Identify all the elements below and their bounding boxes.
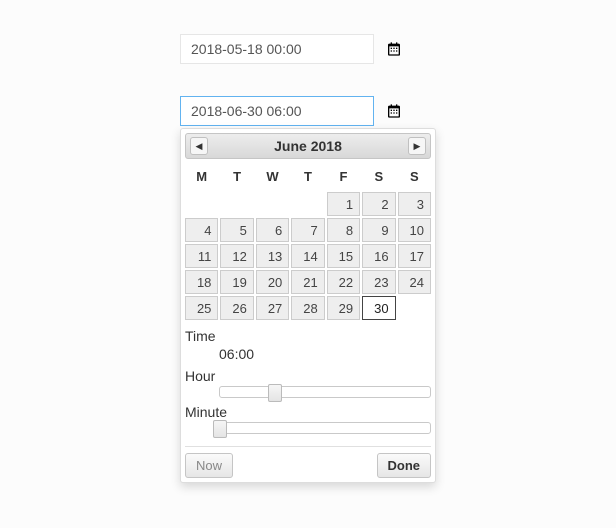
minute-slider[interactable] bbox=[219, 422, 431, 434]
calendar-day[interactable]: 7 bbox=[291, 218, 324, 242]
calendar-day[interactable]: 2 bbox=[362, 192, 395, 216]
time-value: 06:00 bbox=[219, 346, 431, 362]
datepicker-popup: ◀ June 2018 ▶ MTWTFSS 123456789101112131… bbox=[180, 128, 436, 483]
calendar-day[interactable]: 9 bbox=[362, 218, 395, 242]
calendar-icon[interactable] bbox=[386, 103, 402, 119]
calendar-day[interactable]: 19 bbox=[220, 270, 253, 294]
datepicker-title[interactable]: June 2018 bbox=[274, 138, 342, 154]
calendar-day[interactable]: 21 bbox=[291, 270, 324, 294]
calendar-day[interactable]: 10 bbox=[398, 218, 431, 242]
calendar-empty-cell bbox=[291, 192, 324, 216]
prev-month-button[interactable]: ◀ bbox=[190, 137, 208, 155]
calendar-day[interactable]: 1 bbox=[327, 192, 360, 216]
calendar-day[interactable]: 24 bbox=[398, 270, 431, 294]
hour-slider[interactable] bbox=[219, 386, 431, 398]
dow-header: T bbox=[291, 163, 324, 190]
calendar-day[interactable]: 15 bbox=[327, 244, 360, 268]
minute-slider-thumb[interactable] bbox=[213, 420, 227, 438]
calendar-day[interactable]: 16 bbox=[362, 244, 395, 268]
calendar-day[interactable]: 29 bbox=[327, 296, 360, 320]
calendar-day[interactable]: 25 bbox=[185, 296, 218, 320]
dow-header: T bbox=[220, 163, 253, 190]
calendar-empty-cell bbox=[398, 296, 431, 320]
calendar-day[interactable]: 22 bbox=[327, 270, 360, 294]
next-month-button[interactable]: ▶ bbox=[408, 137, 426, 155]
minute-label: Minute bbox=[185, 404, 431, 420]
calendar-day[interactable]: 26 bbox=[220, 296, 253, 320]
dow-header: S bbox=[362, 163, 395, 190]
done-button[interactable]: Done bbox=[377, 453, 432, 478]
calendar-day[interactable]: 28 bbox=[291, 296, 324, 320]
now-button[interactable]: Now bbox=[185, 453, 233, 478]
calendar-empty-cell bbox=[220, 192, 253, 216]
calendar-day[interactable]: 20 bbox=[256, 270, 289, 294]
calendar-day[interactable]: 17 bbox=[398, 244, 431, 268]
calendar-day[interactable]: 8 bbox=[327, 218, 360, 242]
time-section: Time 06:00 Hour Minute bbox=[185, 328, 431, 434]
dow-header: S bbox=[398, 163, 431, 190]
calendar-grid: MTWTFSS 12345678910111213141516171819202… bbox=[185, 163, 431, 320]
calendar-day[interactable]: 12 bbox=[220, 244, 253, 268]
calendar-day[interactable]: 11 bbox=[185, 244, 218, 268]
hour-slider-thumb[interactable] bbox=[268, 384, 282, 402]
hour-label: Hour bbox=[185, 368, 431, 384]
time-label: Time bbox=[185, 328, 431, 344]
calendar-day[interactable]: 14 bbox=[291, 244, 324, 268]
calendar-icon[interactable] bbox=[386, 41, 402, 57]
calendar-day[interactable]: 3 bbox=[398, 192, 431, 216]
datepicker-header: ◀ June 2018 ▶ bbox=[185, 133, 431, 159]
calendar-day[interactable]: 18 bbox=[185, 270, 218, 294]
calendar-empty-cell bbox=[185, 192, 218, 216]
date-input-start[interactable] bbox=[180, 34, 374, 64]
calendar-empty-cell bbox=[256, 192, 289, 216]
calendar-day[interactable]: 23 bbox=[362, 270, 395, 294]
calendar-day[interactable]: 4 bbox=[185, 218, 218, 242]
calendar-day[interactable]: 13 bbox=[256, 244, 289, 268]
calendar-day[interactable]: 30 bbox=[362, 296, 395, 320]
calendar-day[interactable]: 5 bbox=[220, 218, 253, 242]
dow-header: M bbox=[185, 163, 218, 190]
dow-header: W bbox=[256, 163, 289, 190]
dow-header: F bbox=[327, 163, 360, 190]
date-input-end[interactable] bbox=[180, 96, 374, 126]
calendar-day[interactable]: 27 bbox=[256, 296, 289, 320]
datepicker-footer: Now Done bbox=[185, 446, 431, 478]
calendar-day[interactable]: 6 bbox=[256, 218, 289, 242]
